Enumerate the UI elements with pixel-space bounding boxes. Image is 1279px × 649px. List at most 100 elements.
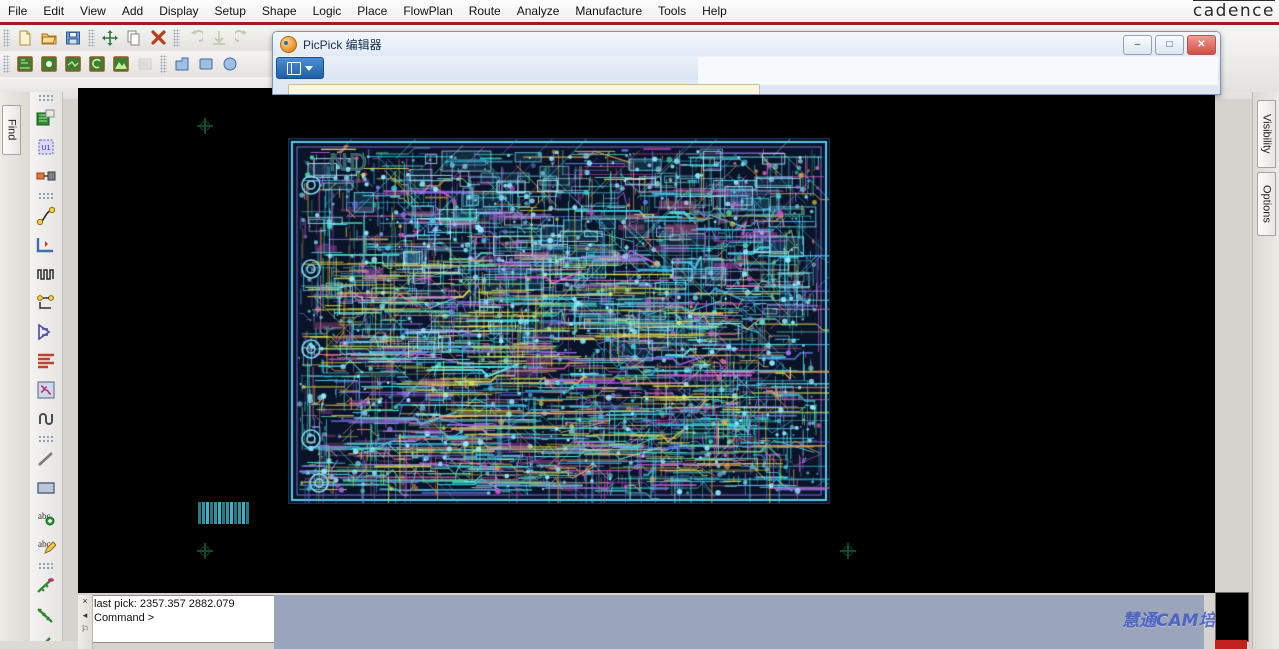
shape-rect-icon[interactable] — [195, 53, 217, 75]
redo-icon[interactable] — [232, 27, 254, 49]
last-pick-line: last pick: 2357.357 2882.079 — [94, 598, 235, 610]
tab-find[interactable]: Find — [2, 105, 21, 155]
console-close-icon[interactable]: × — [82, 597, 87, 606]
picpick-minimize-button[interactable]: – — [1123, 35, 1152, 55]
left-group-grip-2[interactable] — [38, 192, 54, 201]
pcb-board-artwork[interactable]: ND — [289, 139, 829, 503]
rectangle-icon[interactable] — [33, 474, 59, 502]
picpick-edit-field[interactable] — [288, 84, 760, 94]
picpick-file-menu-button[interactable] — [276, 57, 324, 79]
zoom-fit-icon[interactable] — [14, 53, 36, 75]
new-file-icon[interactable] — [14, 27, 36, 49]
shape-circle-icon[interactable] — [219, 53, 241, 75]
origin-marker-top-left — [197, 118, 213, 134]
picpick-maximize-button[interactable]: □ — [1155, 35, 1184, 55]
left-group-grip-3[interactable] — [38, 435, 54, 444]
menu-place[interactable]: Place — [349, 2, 395, 20]
picpick-close-button[interactable]: ✕ — [1187, 35, 1216, 55]
console-text: last pick: 2357.357 2882.079 Command > — [94, 597, 269, 625]
move-icon[interactable] — [99, 27, 121, 49]
copy-icon[interactable] — [123, 27, 145, 49]
menu-shape[interactable]: Shape — [254, 2, 305, 20]
place-component-icon[interactable] — [33, 104, 59, 132]
zoom-in-icon[interactable] — [38, 53, 60, 75]
console-rail: × ◂ ⚐ — [78, 595, 93, 649]
menu-bar: File Edit View Add Display Setup Shape L… — [0, 0, 1279, 22]
picpick-window-controls: – □ ✕ — [1123, 35, 1216, 55]
zoom-out-icon[interactable] — [62, 53, 84, 75]
custom-smooth-icon[interactable] — [33, 289, 59, 317]
quickplace-icon[interactable]: U1 — [33, 133, 59, 161]
toolbar-grip-3[interactable] — [173, 29, 180, 47]
picpick-window[interactable]: PicPick 编辑器 – □ ✕ — [272, 31, 1221, 95]
left-dock-strip — [0, 92, 31, 649]
pcb-canvas[interactable]: ND — [78, 88, 1215, 593]
console-back-icon[interactable]: ◂ — [83, 611, 88, 620]
redo-down-icon[interactable] — [208, 27, 230, 49]
delete-icon[interactable] — [147, 27, 169, 49]
status-bar — [274, 595, 1204, 649]
swap-component-icon[interactable] — [33, 162, 59, 190]
menu-display[interactable]: Display — [151, 2, 206, 20]
origin-marker-bottom-left — [197, 543, 213, 559]
active-layer-indicator — [1215, 640, 1247, 649]
shape-add-icon[interactable] — [171, 53, 193, 75]
picpick-title-bar[interactable]: PicPick 编辑器 – □ ✕ — [273, 32, 1220, 56]
menu-route[interactable]: Route — [461, 2, 509, 20]
menu-edit[interactable]: Edit — [35, 2, 72, 20]
toolbar-grip-5[interactable] — [160, 55, 167, 73]
menu-manufacture[interactable]: Manufacture — [567, 2, 650, 20]
menu-tools[interactable]: Tools — [650, 2, 694, 20]
zoom-points-icon[interactable] — [134, 53, 156, 75]
toolbar-right-filler — [1219, 31, 1279, 93]
slide-icon[interactable] — [33, 231, 59, 259]
console-pin-icon[interactable]: ⚐ — [81, 625, 89, 634]
menu-analyze[interactable]: Analyze — [509, 2, 568, 20]
picpick-palette-icon — [280, 35, 297, 53]
fanout-icon[interactable] — [33, 318, 59, 346]
preview-thumbnail-panel[interactable] — [1215, 592, 1249, 642]
allegro-pcb-window: File Edit View Add Display Setup Shape L… — [0, 0, 1279, 649]
menu-logic[interactable]: Logic — [305, 2, 350, 20]
open-file-icon[interactable] — [38, 27, 60, 49]
delay-tune-icon[interactable] — [33, 260, 59, 288]
add-connect-icon[interactable] — [33, 202, 59, 230]
tab-visibility[interactable]: Visibility — [1257, 100, 1276, 168]
toolbar-grip[interactable] — [3, 29, 10, 47]
cadence-logo: cadence — [1192, 1, 1275, 21]
left-group-grip-4[interactable] — [38, 562, 54, 571]
board-edge-connector — [198, 502, 250, 524]
picpick-workspace-area — [698, 57, 1218, 85]
zoom-world-icon[interactable] — [110, 53, 132, 75]
tab-options[interactable]: Options — [1257, 172, 1276, 236]
menu-setup[interactable]: Setup — [207, 2, 254, 20]
menu-help[interactable]: Help — [694, 2, 735, 20]
edit-text-icon[interactable]: abc — [33, 532, 59, 560]
menu-view[interactable]: View — [72, 2, 114, 20]
route-auto-icon[interactable] — [33, 347, 59, 375]
menu-flowplan[interactable]: FlowPlan — [395, 2, 460, 20]
menu-add[interactable]: Add — [114, 2, 151, 20]
pcb-trace-layer — [289, 139, 829, 503]
origin-marker-bottom-right — [840, 543, 856, 559]
net-show-icon[interactable] — [33, 601, 59, 629]
left-group-grip-1[interactable] — [38, 94, 54, 103]
add-text-icon[interactable]: abc — [33, 503, 59, 531]
command-prompt[interactable]: Command > — [94, 611, 269, 625]
menu-file[interactable]: File — [0, 2, 35, 20]
save-icon[interactable] — [62, 27, 84, 49]
zoom-previous-icon[interactable] — [86, 53, 108, 75]
toolbar-grip-4[interactable] — [3, 55, 10, 73]
net-assign-icon[interactable] — [33, 572, 59, 600]
undo-icon[interactable] — [184, 27, 206, 49]
left-vertical-toolbar: U1 abc abc — [30, 92, 63, 649]
svg-text:U1: U1 — [42, 145, 51, 152]
route-vias-icon[interactable] — [33, 405, 59, 433]
board-net-label: ND — [329, 147, 369, 177]
route-spread-icon[interactable] — [33, 376, 59, 404]
line-icon[interactable] — [33, 445, 59, 473]
menu-bars-icon — [287, 61, 301, 75]
status-bar-left-filler — [0, 641, 78, 649]
toolbar-grip-2[interactable] — [88, 29, 95, 47]
chevron-down-icon — [305, 65, 313, 71]
